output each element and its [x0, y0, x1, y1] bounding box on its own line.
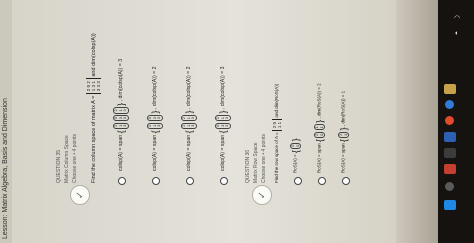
windows-start-icon[interactable]	[444, 200, 456, 210]
brace-close: }	[290, 138, 301, 142]
brace-close: }	[149, 110, 160, 114]
option-prefix: colsp(A) = span	[118, 134, 125, 171]
vector: 213	[147, 122, 163, 129]
prompt-text: Find the row space of A =	[274, 131, 280, 183]
question-label: QUESTION 35	[56, 149, 62, 183]
option-radio[interactable]	[152, 177, 160, 185]
search-icon[interactable]	[445, 182, 454, 191]
option-radio[interactable]	[186, 177, 194, 185]
option-tail: , dim(colsp(A)) = 3	[220, 66, 227, 110]
option-tail: , dim(colsp(A)) = 2	[152, 66, 159, 110]
vector: 213	[113, 107, 129, 114]
question-check-icon[interactable]: ✓	[252, 185, 272, 205]
vector: 11	[314, 124, 325, 131]
option-4[interactable]: colsp(A) = span { 033 213 } , dim(colsp(…	[215, 67, 231, 171]
quiz-page: Lesson: Matrix Algebra, Basis and Dimens…	[0, 0, 395, 243]
question-label: QUESTION 36	[245, 149, 251, 183]
vector: 20	[314, 131, 325, 138]
brace-open: {	[217, 130, 228, 134]
question-check-icon[interactable]: ✓	[70, 185, 90, 205]
question-prompt: Find the row space of A = 2 01 1 and dim…	[272, 84, 282, 183]
vector: 213	[181, 122, 197, 129]
option-tail: , dim(colsp(A)) = 2	[186, 66, 193, 110]
question-points: Choose one • 4 points	[261, 133, 267, 183]
brace-close: }	[115, 102, 126, 106]
vector: 033	[113, 114, 129, 122]
prompt-tail: and dim(colsp(A))	[90, 33, 97, 77]
screen-bezel	[396, 0, 438, 243]
question-points: Choose one • 4 points	[72, 133, 78, 183]
option-3[interactable]: RoS(A) = span { 21 } , dim(RoS(A)) = 1	[338, 91, 349, 173]
brace-close: }	[338, 127, 349, 131]
prompt-text: Find the column space of matrix A =	[90, 94, 97, 183]
option-radio[interactable]	[318, 177, 326, 185]
powerpoint-icon[interactable]	[444, 164, 456, 174]
matrix-row: 3 3 3	[96, 81, 101, 92]
option-prefix: colsp(A) = span	[152, 134, 159, 171]
question-prompt: Find the column space of matrix A = 2 0 …	[86, 33, 101, 183]
option-prefix: RoS(A) = span	[340, 143, 346, 173]
option-radio[interactable]	[118, 177, 126, 185]
vector: 00	[290, 142, 301, 149]
brace-open: {	[115, 130, 126, 134]
edge-icon[interactable]	[445, 100, 454, 109]
option-2[interactable]: colsp(A) = span { 213 033 } , dim(colsp(…	[147, 67, 163, 171]
wifi-icon[interactable]: ◠	[454, 14, 460, 22]
option-prefix: RoS(A) =	[292, 154, 298, 173]
option-radio[interactable]	[220, 177, 228, 185]
brace-open: {	[149, 130, 160, 134]
option-2[interactable]: RoS(A) = span { 20 11 } , dim(RoS(A)) = …	[314, 83, 325, 173]
brace-open: {	[338, 139, 349, 143]
file-explorer-icon[interactable]	[444, 84, 456, 94]
word-icon[interactable]	[444, 132, 456, 142]
vector: 033	[215, 122, 231, 129]
option-prefix: colsp(A) = span	[186, 134, 193, 171]
brace-close: }	[314, 119, 325, 123]
question-subtitle: Matrix Row Space	[253, 142, 259, 183]
question-header: QUESTION 35 Matrix Column Space Choose o…	[55, 134, 79, 183]
option-prefix: RoS(A) = span	[316, 143, 322, 173]
header-bar: Lesson: Matrix Algebra, Basis and Dimens…	[0, 0, 12, 243]
option-tail: , dim(RoS(A)) = 1	[340, 90, 346, 127]
matrix-a: 2 0 2 1 3 1 3 3 3	[86, 78, 101, 95]
brace-open: {	[290, 150, 301, 154]
option-1[interactable]: colsp(A) = span { 213 033 213 } , dim(co…	[113, 59, 129, 171]
volume-icon[interactable]: ◖	[454, 30, 458, 37]
vector: 213	[113, 122, 129, 129]
vector: 033	[147, 114, 163, 122]
option-1[interactable]: RoS(A) = { 00 }	[290, 138, 301, 173]
option-tail: , dim(colsp(A)) = 3	[118, 58, 125, 102]
brace-close: }	[217, 110, 228, 114]
app-icon[interactable]	[444, 148, 456, 158]
question-subtitle: Matrix Column Space	[64, 135, 70, 183]
brace-open: {	[183, 130, 194, 134]
vector: 213	[181, 114, 197, 122]
question-header: QUESTION 36 Matrix Row Space Choose one …	[244, 134, 268, 183]
prompt-tail: and dim(RoS(A))	[274, 83, 280, 118]
brace-open: {	[314, 139, 325, 143]
brace-close: }	[183, 110, 194, 114]
vector: 213	[215, 114, 231, 122]
taskbar: ◠ ◖	[438, 0, 474, 243]
option-tail: , dim(RoS(A)) = 2	[316, 83, 322, 119]
option-radio[interactable]	[294, 177, 302, 185]
matrix-a: 2 01 1	[272, 118, 282, 132]
lesson-title: Lesson: Matrix Algebra, Basis and Dimens…	[2, 98, 9, 239]
option-3[interactable]: colsp(A) = span { 213 213 } , dim(colsp(…	[181, 67, 197, 171]
option-radio[interactable]	[342, 177, 350, 185]
option-prefix: colsp(A) = span	[220, 134, 227, 171]
chrome-icon[interactable]	[445, 116, 454, 125]
vector: 21	[338, 131, 349, 138]
